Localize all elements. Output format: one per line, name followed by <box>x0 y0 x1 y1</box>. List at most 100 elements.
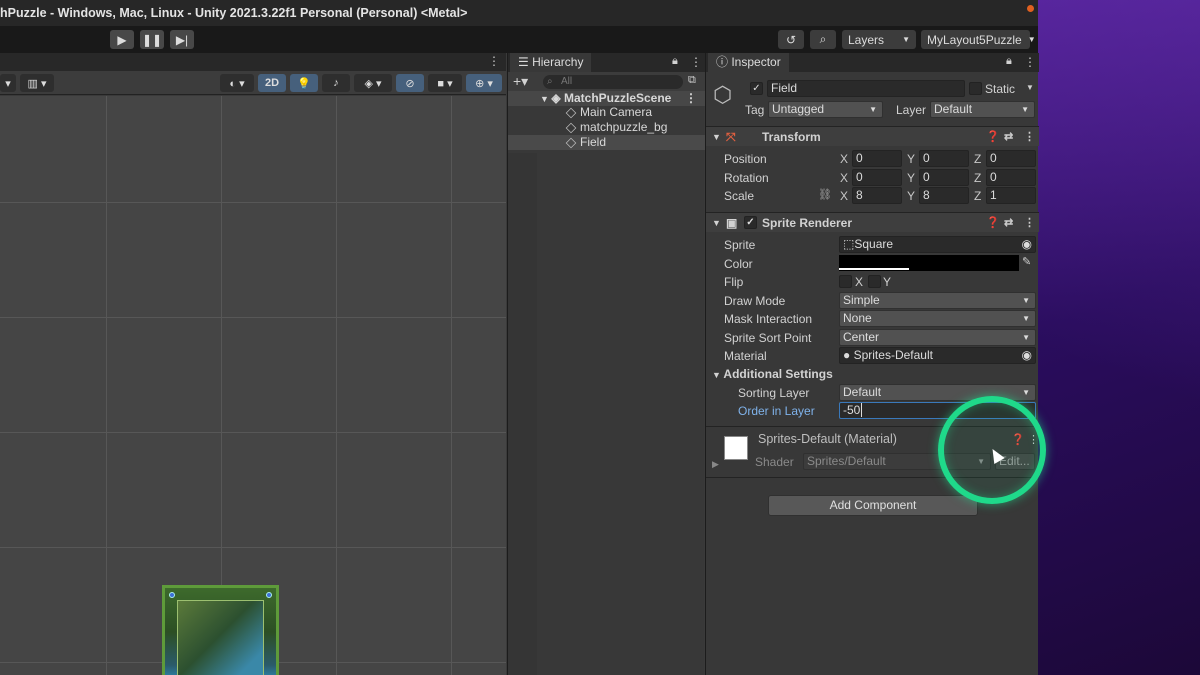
layout-label: MyLayout5Puzzle <box>927 32 1022 47</box>
position-z-field[interactable]: 0 <box>986 150 1036 167</box>
eyedropper-icon[interactable]: ✎ <box>1022 255 1031 268</box>
scene-viewport[interactable] <box>0 96 506 675</box>
scene-tabbar: ⋮ <box>0 53 506 71</box>
help-icon[interactable]: ❓ <box>986 213 1000 233</box>
search-button[interactable]: ⌕ <box>810 30 836 49</box>
preset-icon[interactable]: ⇄ <box>1004 127 1013 147</box>
material-field[interactable]: ● Sprites-Default ◉ <box>839 347 1036 364</box>
corner-handle[interactable] <box>169 592 175 598</box>
active-checkbox[interactable]: ✓ <box>750 82 763 95</box>
chevron-right-icon[interactable]: ▶ <box>712 459 719 470</box>
inspector-panel: ⓘ Inspector 🔒︎ ⋮ ⬡ ✓ Field Static ▼ Tag … <box>705 53 1039 675</box>
help-icon[interactable]: ❓ <box>986 127 1000 147</box>
layer-dropdown[interactable]: Default ▼ <box>930 101 1035 118</box>
scale-y-value: 8 <box>923 188 930 202</box>
rotation-x-field[interactable]: 0 <box>852 169 902 186</box>
hierarchy-item-matchpuzzle-bg[interactable]: matchpuzzle_bg <box>508 120 705 135</box>
lighting-toggle[interactable]: 💡 <box>290 74 318 92</box>
tab-inspector[interactable]: ⓘ Inspector <box>708 53 789 72</box>
rotation-z-field[interactable]: 0 <box>986 169 1036 186</box>
object-name-field[interactable]: Field <box>767 80 965 97</box>
axis-x-label: X <box>840 189 849 203</box>
window-title: hPuzzle - Windows, Mac, Linux - Unity 20… <box>0 6 468 20</box>
axis-x-label: X <box>840 152 849 166</box>
scale-z-value: 1 <box>990 188 997 202</box>
more-options-icon[interactable]: ⋮ <box>1024 127 1035 147</box>
scale-z-field[interactable]: 1 <box>986 187 1036 204</box>
audio-toggle[interactable]: ♪ <box>322 74 350 92</box>
audio-icon: ♪ <box>333 77 339 89</box>
more-options-icon[interactable]: ⋮ <box>488 54 500 68</box>
draw-mode-dropdown[interactable]: Simple ▼ <box>839 292 1036 309</box>
sorting-layer-label: Sorting Layer <box>738 386 810 400</box>
gizmos-button[interactable]: ⊕ ▾ <box>466 74 502 92</box>
preset-icon[interactable]: ⇄ <box>1004 213 1013 233</box>
constrain-proportions-icon[interactable]: ⛓ <box>818 188 832 201</box>
flip-x-checkbox[interactable] <box>839 275 852 288</box>
sprite-sort-point-dropdown[interactable]: Center ▼ <box>839 329 1036 346</box>
tag-dropdown[interactable]: Untagged ▼ <box>768 101 883 118</box>
add-component-button[interactable]: Add Component <box>768 495 978 516</box>
history-button[interactable]: ↺ <box>778 30 804 49</box>
scale-y-field[interactable]: 8 <box>919 187 969 204</box>
scale-label: Scale <box>724 189 755 203</box>
visibility-toggle[interactable]: ⊘ <box>396 74 424 92</box>
step-button[interactable]: ▶| <box>170 30 194 49</box>
more-options-icon[interactable]: ⋮ <box>1024 55 1036 69</box>
flip-y-checkbox[interactable] <box>868 275 881 288</box>
more-options-icon[interactable]: ⋮ <box>690 55 702 69</box>
hierarchy-search-bar: +▾ ⌕ All ⧉ <box>508 72 705 92</box>
position-y-field[interactable]: 0 <box>919 150 969 167</box>
play-button[interactable]: ▶ <box>110 30 134 49</box>
corner-handle[interactable] <box>266 592 272 598</box>
sprite-renderer-header[interactable]: ▼ ▣ ✓ Sprite Renderer ❓ ⇄ ⋮ <box>706 212 1039 232</box>
draw-mode-value: Simple <box>843 293 880 307</box>
tag-label: Tag <box>745 103 765 117</box>
layers-dropdown[interactable]: Layers ▼ <box>842 30 916 49</box>
mask-interaction-dropdown[interactable]: None ▼ <box>839 310 1036 327</box>
effects-toggle[interactable]: ◈ ▾ <box>354 74 392 92</box>
effects-icon: ◈ ▾ <box>364 77 382 90</box>
pause-button[interactable]: ❚❚ <box>140 30 164 49</box>
unity-scene-icon: ◈ <box>551 91 564 105</box>
more-options-icon[interactable]: ⋮ <box>1024 213 1035 233</box>
field-sprite[interactable] <box>162 585 279 675</box>
layout-dropdown[interactable]: MyLayout5Puzzle ▼ <box>921 30 1036 49</box>
sprite-field[interactable]: ⬚Square ◉ <box>839 236 1036 253</box>
shading-mode-button[interactable]: ◐ ▾ <box>220 74 254 92</box>
lock-icon[interactable]: 🔒︎ <box>672 55 678 68</box>
color-swatch[interactable] <box>839 255 1019 271</box>
gameobject-icon <box>565 137 577 149</box>
history-icon: ↺ <box>785 32 797 47</box>
material-preview-swatch <box>724 436 748 460</box>
camera-button[interactable]: ■ ▾ <box>428 74 462 92</box>
position-x-field[interactable]: 0 <box>852 150 902 167</box>
more-options-icon[interactable]: ⋮ <box>685 91 697 106</box>
transform-header[interactable]: ▼ ⤧ Transform ❓ ⇄ ⋮ <box>706 126 1039 146</box>
sprite-renderer-enabled-checkbox[interactable]: ✓ <box>744 216 757 229</box>
scene-row[interactable]: ▼ ◈ MatchPuzzleScene ⋮ <box>508 91 705 106</box>
rotation-y-field[interactable]: 0 <box>919 169 969 186</box>
scene-visibility-icon[interactable]: ⧉ <box>688 74 696 87</box>
scale-x-field[interactable]: 8 <box>852 187 902 204</box>
hierarchy-search-input[interactable]: ⌕ All <box>543 75 683 89</box>
material-value: Sprites-Default <box>853 348 933 362</box>
lock-icon[interactable]: 🔒︎ <box>1006 55 1012 68</box>
hierarchy-tabbar: ☰ Hierarchy 🔒︎ ⋮ <box>508 53 705 72</box>
add-icon[interactable]: +▾ <box>513 73 528 90</box>
object-picker-icon[interactable]: ◉ <box>1022 348 1032 363</box>
material-label: Material <box>724 349 767 363</box>
recording-indicator <box>1027 5 1034 12</box>
hierarchy-item-main-camera[interactable]: Main Camera <box>508 105 705 120</box>
additional-settings-foldout[interactable]: ▼ Additional Settings <box>712 367 833 381</box>
hierarchy-item-field[interactable]: Field <box>508 135 705 150</box>
chevron-down-icon[interactable]: ▼ <box>1026 83 1034 92</box>
sprite-label: Sprite <box>724 238 756 252</box>
static-label: Static <box>985 82 1016 96</box>
tab-hierarchy[interactable]: ☰ Hierarchy <box>510 53 592 72</box>
scene-dropdown[interactable]: ▾ <box>0 74 16 92</box>
static-checkbox[interactable] <box>969 82 982 95</box>
mode-2d-toggle[interactable]: 2D <box>258 74 286 92</box>
grid-snap-button[interactable]: ▥ ▾ <box>20 74 54 92</box>
object-picker-icon[interactable]: ◉ <box>1022 237 1032 252</box>
